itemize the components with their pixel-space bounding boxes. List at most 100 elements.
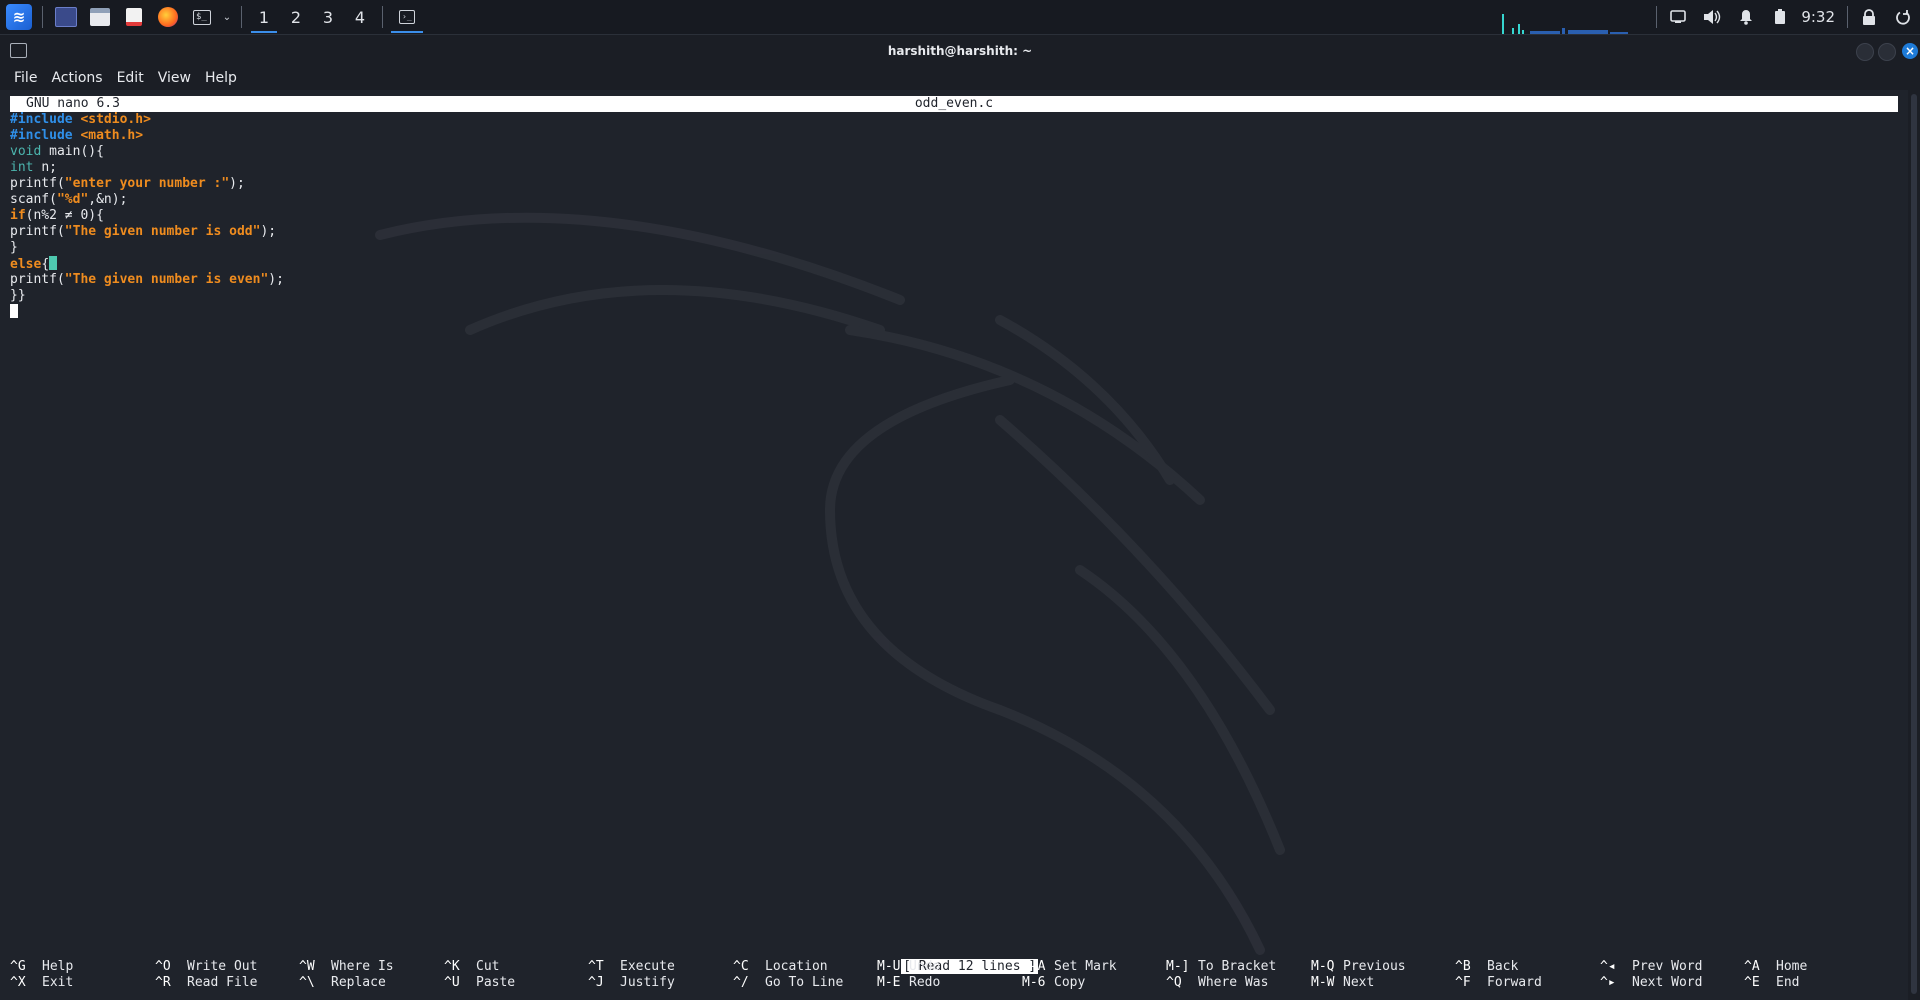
shortcut-label: Undo (909, 959, 941, 974)
code-token: "enter your number :" (64, 176, 230, 191)
shortcut-key: ^Q (1166, 975, 1182, 990)
code-token: } (10, 240, 18, 255)
code-token: #include (10, 112, 81, 127)
lock-icon[interactable] (1852, 0, 1886, 34)
close-button[interactable]: × (1902, 43, 1918, 59)
shortcut-label: Next Word (1632, 975, 1703, 990)
text-cursor (10, 304, 18, 318)
taskbar-terminal-window[interactable]: ›_ (389, 0, 425, 34)
code-line[interactable]: if(n%2 ≠ 0){ (10, 208, 284, 224)
shortcut-key: ^U (444, 975, 460, 990)
code-token: else (10, 257, 42, 272)
shortcut-cut: ^K Cut (444, 959, 588, 975)
system-tray: 9:32 (1652, 0, 1920, 34)
file-manager-button[interactable] (83, 0, 117, 34)
terminal-area[interactable]: GNU nano 6.3 odd_even.c #include <stdio.… (0, 90, 1908, 1000)
code-line[interactable]: }} (10, 288, 284, 304)
shortcut-key: M-A (1022, 959, 1046, 974)
terminal-scrollbar[interactable] (1908, 90, 1920, 1000)
shortcut-next: M-W Next (1311, 975, 1455, 991)
nano-filename: odd_even.c (914, 96, 994, 111)
terminal-icon: ›_ (399, 10, 415, 24)
code-line[interactable]: } (10, 240, 284, 256)
menu-file[interactable]: File (14, 70, 37, 86)
shortcut-key: ^G (10, 959, 26, 974)
top-panel: ≋ $_ ⌄ 1 2 3 4 ›_ 9:32 (0, 0, 1920, 35)
menu-actions[interactable]: Actions (51, 70, 102, 86)
show-desktop-button[interactable] (49, 0, 83, 34)
shortcut-forward: ^F Forward (1455, 975, 1599, 991)
shortcut-label: Write Out (187, 959, 258, 974)
workspace-3[interactable]: 3 (312, 0, 344, 34)
terminal-launcher-button[interactable]: $_ (185, 0, 219, 34)
text-cursor (49, 256, 58, 270)
shortcut-undo: M-U Undo (877, 959, 1021, 975)
menu-view[interactable]: View (158, 70, 191, 86)
file-manager-icon (90, 8, 110, 26)
shortcut-to-bracket: M-] To Bracket (1166, 959, 1310, 975)
shortcut-label: Replace (331, 975, 386, 990)
menu-edit[interactable]: Edit (117, 70, 144, 86)
code-line[interactable]: else{ (10, 256, 284, 272)
shortcut-back: ^B Back (1455, 959, 1599, 975)
terminal-window-icon[interactable] (10, 43, 27, 58)
show-desktop-icon (55, 7, 77, 27)
code-token: ); (268, 272, 284, 287)
window-titlebar[interactable]: harshith@harshith: ~ × (0, 35, 1920, 66)
shortcut-key: ^▸ (1600, 975, 1616, 990)
menubar: File Actions Edit View Help (0, 66, 1920, 90)
code-token: printf( (10, 272, 65, 287)
code-line[interactable]: #include <stdio.h> (10, 112, 284, 128)
firefox-button[interactable] (151, 0, 185, 34)
terminal-icon: $_ (193, 9, 211, 25)
shortcut-label: Go To Line (765, 975, 844, 990)
screen-icon[interactable] (1661, 0, 1695, 34)
volume-icon[interactable] (1695, 0, 1729, 34)
menu-help[interactable]: Help (205, 70, 237, 86)
chevron-down-icon[interactable]: ⌄ (219, 0, 235, 34)
shortcut-label: Execute (620, 959, 675, 974)
code-line[interactable]: int n; (10, 160, 284, 176)
code-editor[interactable]: #include <stdio.h> #include <math.h> void … (10, 112, 284, 320)
shortcut-key: M-W (1311, 975, 1335, 990)
workspace-2[interactable]: 2 (280, 0, 312, 34)
shortcut-key: M-Q (1311, 959, 1335, 974)
clock[interactable]: 9:32 (1797, 8, 1843, 26)
text-editor-button[interactable] (117, 0, 151, 34)
code-line[interactable]: printf("enter your number :"); (10, 176, 284, 192)
code-line[interactable]: #include <math.h> (10, 128, 284, 144)
shortcut-exit: ^X Exit (10, 975, 154, 991)
cpu-graph (1502, 14, 1628, 34)
code-token: printf( (10, 176, 65, 191)
panel-separator (241, 6, 242, 28)
scrollbar-thumb[interactable] (1911, 94, 1917, 994)
battery-icon[interactable] (1763, 0, 1797, 34)
kali-menu-button[interactable]: ≋ (2, 0, 36, 34)
shortcut-next-word: ^▸ Next Word (1600, 975, 1744, 991)
code-token: ); (229, 176, 245, 191)
shortcut-execute: ^T Execute (588, 959, 732, 975)
shortcut-label: Copy (1054, 975, 1086, 990)
workspace-4[interactable]: 4 (344, 0, 376, 34)
shortcut-key: ^◂ (1600, 959, 1616, 974)
code-line[interactable]: printf("The given number is odd"); (10, 224, 284, 240)
shortcut-key: ^/ (733, 975, 749, 990)
code-line[interactable] (10, 304, 284, 320)
panel-separator (382, 6, 383, 28)
shortcut-label: Prev Word (1632, 959, 1703, 974)
code-line[interactable]: scanf("%d",&n); (10, 192, 284, 208)
minimize-button[interactable] (1856, 43, 1874, 61)
code-token: (n%2 ≠ 0){ (25, 208, 104, 223)
maximize-button[interactable] (1878, 43, 1896, 61)
workspace-1[interactable]: 1 (248, 0, 280, 34)
code-token: "The given number is even" (64, 272, 269, 287)
power-icon[interactable] (1886, 0, 1920, 34)
shortcut-label: Redo (909, 975, 941, 990)
shortcut-justify: ^J Justify (588, 975, 732, 991)
notification-bell-icon[interactable] (1729, 0, 1763, 34)
shortcut-prev-word: ^◂ Prev Word (1600, 959, 1744, 975)
code-line[interactable]: printf("The given number is even"); (10, 272, 284, 288)
shortcut-key: ^T (588, 959, 604, 974)
code-line[interactable]: void main(){ (10, 144, 284, 160)
shortcut-label: End (1776, 975, 1800, 990)
